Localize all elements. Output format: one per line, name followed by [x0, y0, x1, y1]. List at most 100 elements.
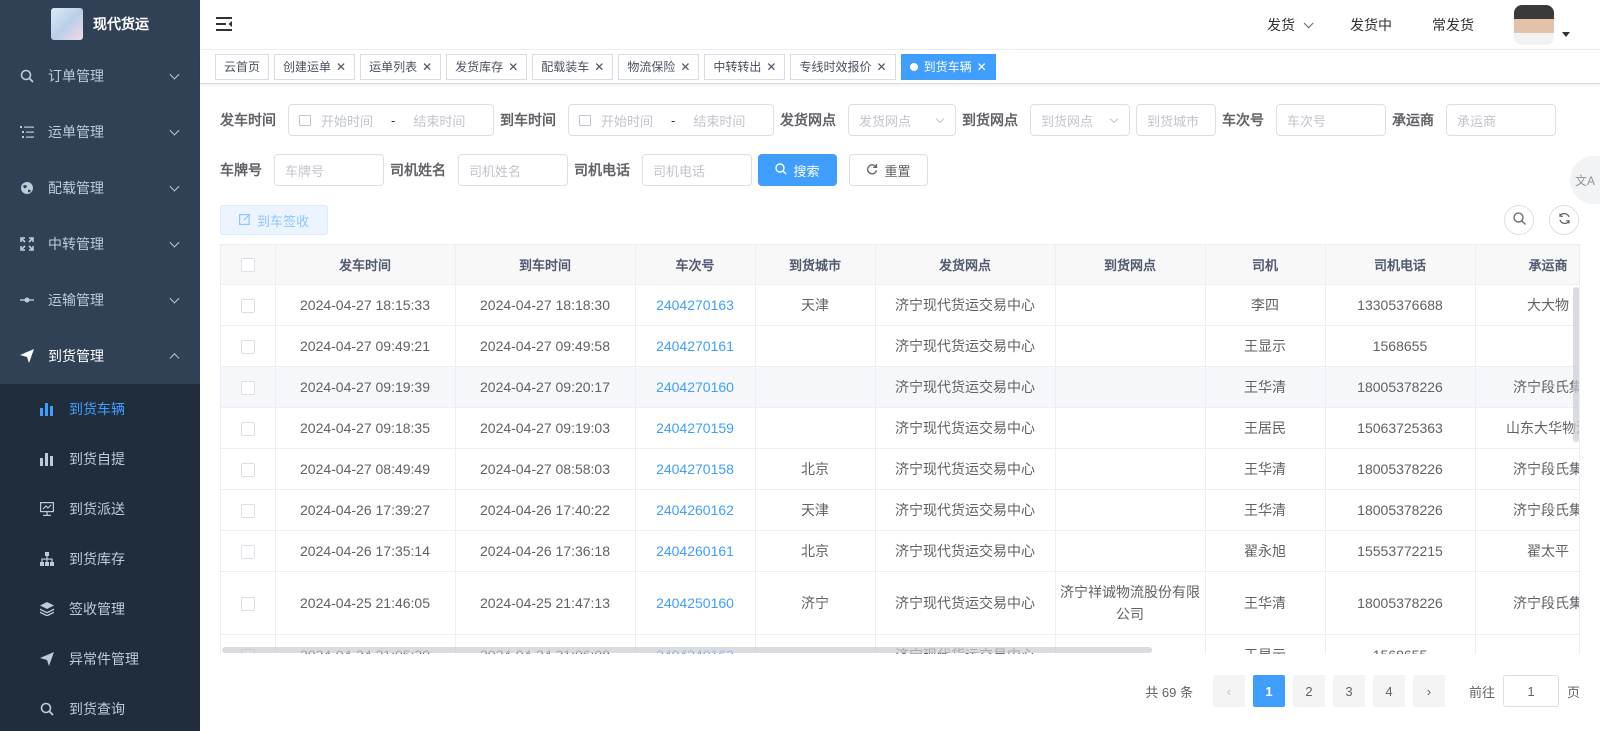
row-checkbox[interactable] [240, 298, 255, 313]
hamburger-icon[interactable] [216, 16, 232, 32]
tag-waybill-list[interactable]: 运单列表 ✕ [360, 53, 442, 80]
close-icon[interactable]: ✕ [336, 60, 346, 74]
sub-item-arrival-vehicles[interactable]: 到货车辆 [0, 384, 200, 434]
table-row[interactable]: 2024-04-27 18:15:33 2024-04-27 18:18:30 … [221, 284, 1579, 326]
column-header[interactable]: 司机 [1205, 245, 1326, 285]
table-row[interactable]: 2024-04-26 17:35:14 2024-04-26 17:36:18 … [221, 530, 1579, 572]
page-jump-input[interactable]: 1 [1502, 675, 1559, 707]
close-icon[interactable]: ✕ [877, 60, 887, 74]
table-row[interactable]: 2024-04-27 09:18:35 2024-04-27 09:19:03 … [221, 407, 1579, 449]
arrive-point-select[interactable]: 到货网点 [1030, 104, 1130, 136]
tag-home[interactable]: 云首页 [215, 53, 270, 80]
menu-transfer-management[interactable]: 中转管理 [0, 216, 200, 272]
trip-no-link[interactable]: 2404270160 [656, 379, 734, 395]
row-checkbox[interactable] [240, 339, 255, 354]
close-icon[interactable]: ✕ [508, 60, 518, 74]
sub-item-exception-management[interactable]: 异常件管理 [0, 634, 200, 684]
tag-label: 到货车辆 [923, 60, 972, 74]
ship-dropdown[interactable]: 发货 [1267, 15, 1314, 35]
row-checkbox[interactable] [240, 544, 255, 559]
carrier-input[interactable]: 承运商 [1446, 104, 1556, 136]
trip-no-link[interactable]: 2404270161 [656, 338, 734, 354]
table-cell: 18005378226 [1325, 571, 1476, 635]
menu-waybill-management[interactable]: 运单管理 [0, 104, 200, 160]
page-button[interactable]: 3 [1332, 675, 1365, 707]
row-checkbox[interactable] [240, 462, 255, 477]
user-menu[interactable] [1514, 5, 1570, 45]
column-header[interactable]: 承运商 [1475, 245, 1579, 285]
search-button[interactable]: 搜索 [758, 154, 837, 186]
row-checkbox[interactable] [240, 503, 255, 518]
sub-item-arrival-delivery[interactable]: 到货派送 [0, 484, 200, 534]
horizontal-scrollbar[interactable] [222, 647, 1152, 653]
column-header[interactable]: 车次号 [635, 245, 756, 285]
translate-tab[interactable]: 文A [1570, 156, 1600, 204]
trip-no-link[interactable]: 2404270159 [656, 420, 734, 436]
page-button[interactable]: 4 [1372, 675, 1405, 707]
sub-item-arrival-pickup[interactable]: 到货自提 [0, 434, 200, 484]
trip-no-link[interactable]: 2404270163 [656, 297, 734, 313]
frequent-ship-link[interactable]: 常发货 [1432, 15, 1474, 35]
chevron-down-icon [1109, 114, 1119, 124]
column-header[interactable]: 发货网点 [875, 245, 1056, 285]
driver-phone-input[interactable]: 司机电话 [642, 154, 752, 186]
tag-line-quote[interactable]: 专线时效报价 ✕ [790, 53, 896, 80]
column-header[interactable]: 到车时间 [455, 245, 636, 285]
trip-no-input[interactable]: 车次号 [1276, 104, 1386, 136]
arrive-time-label: 到车时间 [500, 112, 556, 128]
menu-order-management[interactable]: 订单管理 [0, 48, 200, 104]
tag-transfer-out[interactable]: 中转转出 ✕ [704, 53, 786, 80]
depart-time-range[interactable]: 开始时间 - 结束时间 [288, 104, 494, 136]
trip-no-link[interactable]: 2404260162 [656, 502, 734, 518]
row-checkbox[interactable] [240, 421, 255, 436]
driver-name-input[interactable]: 司机姓名 [458, 154, 568, 186]
table-row[interactable]: 2024-04-25 21:46:05 2024-04-25 21:47:13 … [221, 571, 1579, 635]
row-checkbox[interactable] [240, 596, 255, 611]
table-row[interactable]: 2024-04-26 17:39:27 2024-04-26 17:40:22 … [221, 489, 1579, 531]
trip-no-link[interactable]: 2404270158 [656, 461, 734, 477]
arrive-city-input[interactable]: 到货城市 [1136, 104, 1216, 136]
tag-arrival-vehicles[interactable]: 到货车辆 ✕ [900, 53, 996, 80]
row-checkbox[interactable] [240, 380, 255, 395]
close-icon[interactable]: ✕ [422, 60, 432, 74]
column-header[interactable]: 发车时间 [275, 245, 456, 285]
close-icon[interactable]: ✕ [680, 60, 690, 74]
arrive-time-range[interactable]: 开始时间 - 结束时间 [568, 104, 774, 136]
table-row[interactable]: 2024-04-27 09:49:21 2024-04-27 09:49:58 … [221, 325, 1579, 367]
logo[interactable]: 现代货运 [0, 0, 200, 48]
table-cell: 2404270158 [635, 448, 756, 490]
refresh-button[interactable] [1549, 205, 1579, 235]
plate-input[interactable]: 车牌号 [274, 154, 384, 186]
shipping-link[interactable]: 发货中 [1350, 15, 1392, 35]
close-icon[interactable]: ✕ [594, 60, 604, 74]
table-row[interactable]: 2024-04-27 09:19:39 2024-04-27 09:20:17 … [221, 366, 1579, 408]
next-page-button[interactable]: › [1412, 675, 1445, 707]
tag-insurance[interactable]: 物流保险 ✕ [618, 53, 700, 80]
sub-item-sign-management[interactable]: 签收管理 [0, 584, 200, 634]
column-header[interactable]: 司机电话 [1325, 245, 1476, 285]
vertical-scrollbar[interactable] [1573, 287, 1579, 442]
tag-ship-inventory[interactable]: 发货库存 ✕ [446, 53, 528, 80]
arrival-sign-button[interactable]: 到车签收 [220, 205, 328, 235]
sub-item-arrival-query[interactable]: 到货查询 [0, 684, 200, 731]
trip-no-link[interactable]: 2404260161 [656, 543, 734, 559]
select-all-checkbox[interactable] [240, 258, 255, 273]
tag-create-waybill[interactable]: 创建运单 ✕ [274, 53, 356, 80]
reset-button[interactable]: 重置 [849, 154, 928, 186]
menu-loading-management[interactable]: 配载管理 [0, 160, 200, 216]
menu-arrival-management[interactable]: 到货管理 [0, 328, 200, 384]
close-icon[interactable]: ✕ [977, 60, 987, 74]
tag-loading[interactable]: 配载装车 ✕ [532, 53, 614, 80]
toggle-search-button[interactable] [1504, 205, 1534, 235]
prev-page-button[interactable]: ‹ [1212, 675, 1245, 707]
page-button[interactable]: 1 [1252, 675, 1285, 707]
trip-no-link[interactable]: 2404250160 [656, 595, 734, 611]
sub-item-arrival-inventory[interactable]: 到货库存 [0, 534, 200, 584]
menu-transport-management[interactable]: 运输管理 [0, 272, 200, 328]
column-header[interactable]: 到货网点 [1055, 245, 1206, 285]
table-row[interactable]: 2024-04-27 08:49:49 2024-04-27 08:58:03 … [221, 448, 1579, 490]
column-header[interactable]: 到货城市 [755, 245, 876, 285]
send-point-select[interactable]: 发货网点 [848, 104, 956, 136]
close-icon[interactable]: ✕ [766, 60, 776, 74]
page-button[interactable]: 2 [1292, 675, 1325, 707]
